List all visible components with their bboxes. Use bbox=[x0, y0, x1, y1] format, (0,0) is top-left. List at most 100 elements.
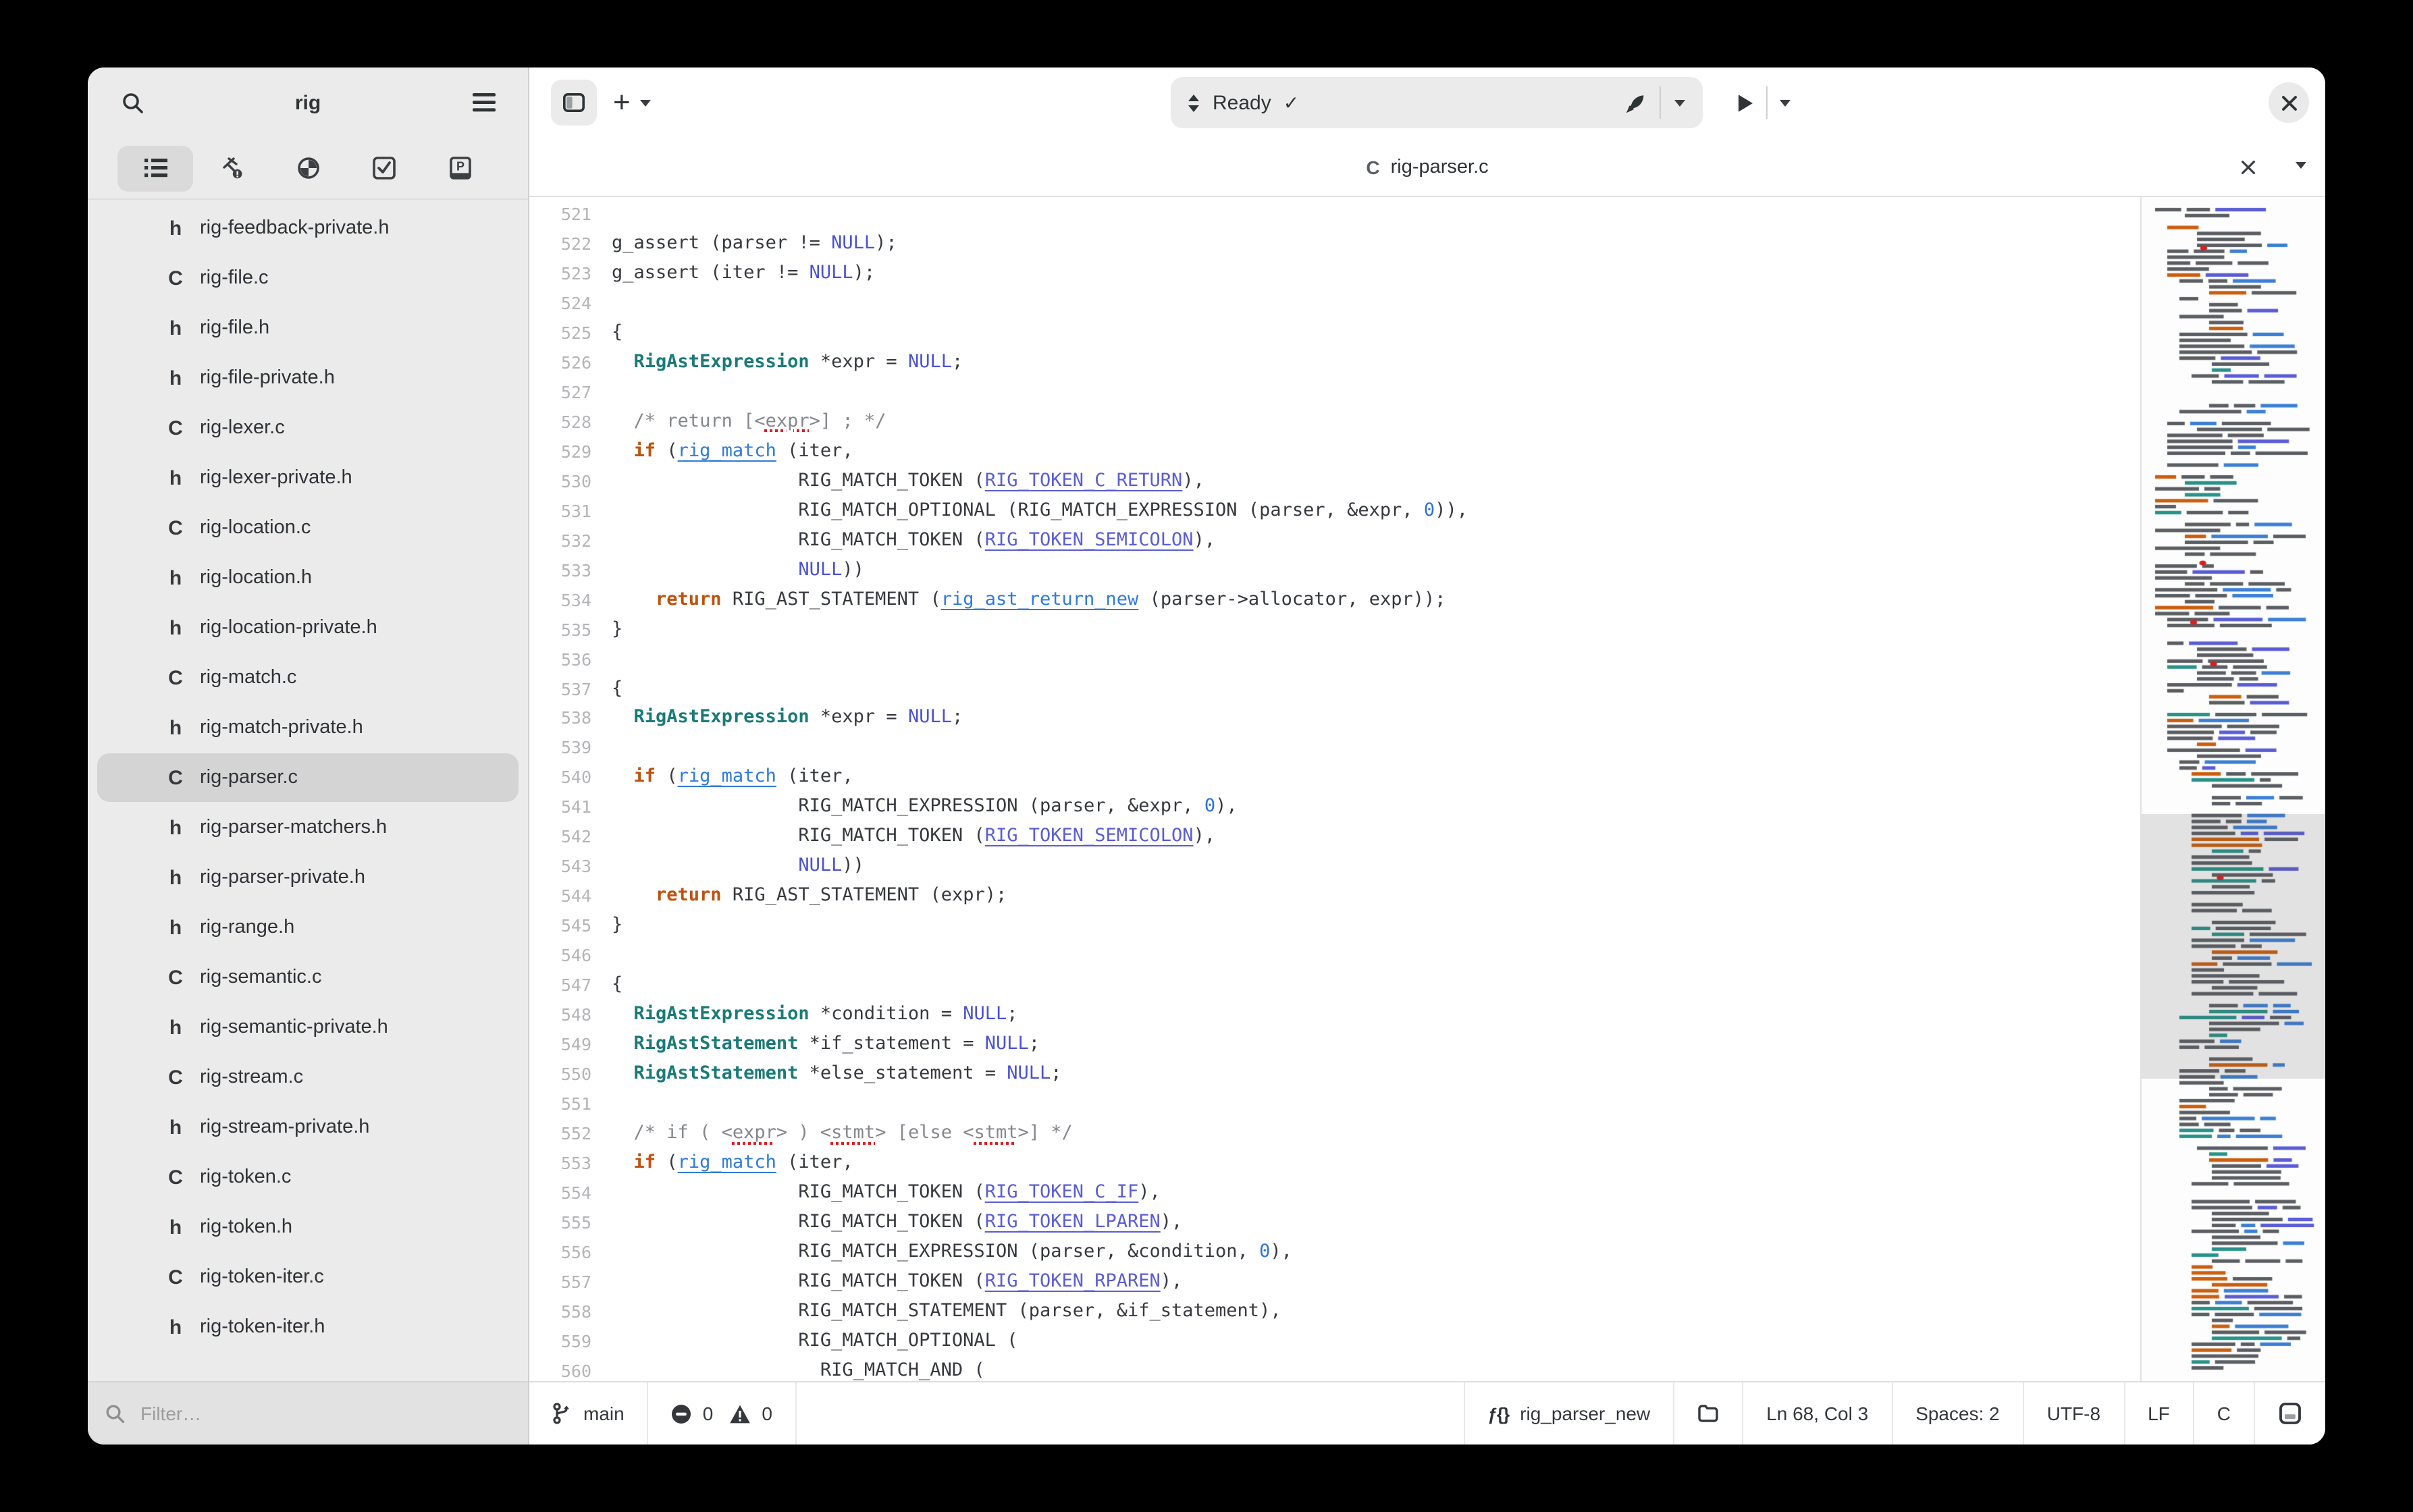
tab-list-chevron-icon[interactable] bbox=[2296, 162, 2306, 169]
play-icon[interactable] bbox=[1736, 92, 1754, 113]
file-row[interactable]: Crig-token.c bbox=[97, 1153, 519, 1202]
code-line[interactable]: 541 RIG_MATCH_EXPRESSION (parser, &expr,… bbox=[529, 793, 2140, 823]
file-row[interactable]: h rig-range.h bbox=[97, 903, 519, 952]
window-close-button[interactable] bbox=[2269, 82, 2309, 123]
encoding-indicator[interactable]: UTF-8 bbox=[2022, 1382, 2123, 1444]
code-line[interactable]: 545} bbox=[529, 912, 2140, 942]
line-ending-indicator[interactable]: LF bbox=[2123, 1382, 2193, 1444]
code-line[interactable]: 527 bbox=[529, 378, 2140, 408]
toggle-sidebar-button[interactable] bbox=[551, 80, 597, 126]
file-row[interactable]: h rig-feedback-private.h bbox=[97, 204, 519, 252]
filter-input[interactable] bbox=[138, 1401, 413, 1426]
file-row[interactable]: Crig-location.c bbox=[97, 504, 519, 552]
code-line[interactable]: 528 /* return [<expr>] ; */ bbox=[529, 408, 2140, 437]
code-line[interactable]: 552 /* if ( <expr> ) <stmt> [else <stmt>… bbox=[529, 1119, 2140, 1149]
code-line[interactable]: 539 bbox=[529, 734, 2140, 763]
current-symbol-indicator[interactable]: ƒ{} rig_parser_new bbox=[1463, 1382, 1673, 1444]
sidebar-tab-documentation[interactable]: P bbox=[423, 145, 498, 191]
file-row[interactable]: h rig-file-private.h bbox=[97, 354, 519, 402]
code-line[interactable]: 521 bbox=[529, 200, 2140, 230]
code-line[interactable]: 533 NULL)) bbox=[529, 556, 2140, 585]
file-row[interactable]: h rig-parser-matchers.h bbox=[97, 803, 519, 852]
file-row[interactable]: Crig-lexer.c bbox=[97, 404, 519, 452]
sidebar-tab-tests[interactable] bbox=[346, 145, 422, 191]
menu-button[interactable] bbox=[460, 80, 506, 126]
sidebar-tab-debug[interactable] bbox=[270, 145, 346, 191]
code-line[interactable]: 532 RIG_MATCH_TOKEN (RIG_TOKEN_SEMICOLON… bbox=[529, 526, 2140, 556]
minimap[interactable] bbox=[2140, 197, 2325, 1384]
file-row[interactable]: Crig-parser.c bbox=[97, 753, 519, 802]
diagnostics-indicator[interactable]: 0 0 bbox=[649, 1382, 797, 1444]
sidebar-tab-project-tree[interactable] bbox=[117, 145, 193, 191]
svg-text:P: P bbox=[456, 159, 465, 173]
run-options-chevron-icon[interactable] bbox=[1674, 99, 1685, 106]
code-line[interactable]: 549 RigAstStatement *if_statement = NULL… bbox=[529, 1030, 2140, 1060]
code-line[interactable]: 547 { bbox=[529, 971, 2140, 1000]
file-row[interactable]: h rig-semantic-private.h bbox=[97, 1003, 519, 1052]
code-line[interactable]: 555 RIG_MATCH_TOKEN (RIG_TOKEN_LPAREN), bbox=[529, 1208, 2140, 1238]
code-line[interactable]: 526 RigAstExpression *expr = NULL; bbox=[529, 348, 2140, 378]
code-line[interactable]: 559 RIG_MATCH_OPTIONAL ( bbox=[529, 1327, 2140, 1357]
minimap-viewport[interactable] bbox=[2142, 814, 2325, 1079]
sidebar-tab-build[interactable] bbox=[194, 145, 269, 191]
code-line[interactable]: 553 if (rig_match (iter, bbox=[529, 1149, 2140, 1179]
code-line[interactable]: 557 RIG_MATCH_TOKEN (RIG_TOKEN_RPAREN), bbox=[529, 1268, 2140, 1297]
file-row[interactable]: h rig-parser-private.h bbox=[97, 853, 519, 902]
code-line[interactable]: 534 return RIG_AST_STATEMENT (rig_ast_re… bbox=[529, 585, 2140, 615]
code-line[interactable]: 522 g_assert (parser != NULL); bbox=[529, 230, 2140, 259]
code-line[interactable]: 524 bbox=[529, 289, 2140, 319]
code-line[interactable]: 560 RIG_MATCH_AND ( bbox=[529, 1357, 2140, 1381]
code-line[interactable]: 529 if (rig_match (iter, bbox=[529, 437, 2140, 467]
code-line[interactable]: 536 bbox=[529, 645, 2140, 674]
file-row[interactable]: Crig-file.c bbox=[97, 254, 519, 302]
indentation-indicator[interactable]: Spaces: 2 bbox=[1891, 1382, 2023, 1444]
new-tab-split-button[interactable]: + bbox=[613, 80, 651, 126]
language-indicator[interactable]: C bbox=[2192, 1382, 2254, 1444]
tab-title[interactable]: rig-parser.c bbox=[1391, 156, 1489, 178]
tab-close-button[interactable] bbox=[2235, 154, 2262, 181]
code-line[interactable]: 556 RIG_MATCH_EXPRESSION (parser, &condi… bbox=[529, 1238, 2140, 1268]
line-number: 559 bbox=[560, 1330, 591, 1351]
file-row[interactable]: h rig-file.h bbox=[97, 304, 519, 352]
code-line[interactable]: 542 RIG_MATCH_TOKEN (RIG_TOKEN_SEMICOLON… bbox=[529, 823, 2140, 853]
file-row[interactable]: h rig-token.h bbox=[97, 1203, 519, 1251]
code-view[interactable]: 521 522 g_assert (parser != NULL); 523 g_ass… bbox=[529, 197, 2140, 1381]
code-line[interactable]: 530 RIG_MATCH_TOKEN (RIG_TOKEN_C_RETURN)… bbox=[529, 466, 2140, 496]
file-row[interactable]: Crig-semantic.c bbox=[97, 953, 519, 1002]
code-line[interactable]: 543 NULL)) bbox=[529, 853, 2140, 882]
cursor-position-indicator[interactable]: Ln 68, Col 3 bbox=[1742, 1382, 1891, 1444]
file-row[interactable]: h rig-stream-private.h bbox=[97, 1103, 519, 1152]
code-line[interactable]: 531 RIG_MATCH_OPTIONAL (RIG_MATCH_EXPRES… bbox=[529, 496, 2140, 526]
line-number: 527 bbox=[560, 381, 591, 402]
code-line[interactable]: 548 RigAstExpression *condition = NULL; bbox=[529, 1000, 2140, 1030]
code-line[interactable]: 537 { bbox=[529, 674, 2140, 704]
search-button[interactable] bbox=[109, 80, 155, 126]
code-line[interactable]: 540 if (rig_match (iter, bbox=[529, 763, 2140, 793]
code-line[interactable]: 546 bbox=[529, 941, 2140, 971]
code-line[interactable]: 554 RIG_MATCH_TOKEN (RIG_TOKEN_C_IF), bbox=[529, 1179, 2140, 1208]
code-line[interactable]: 551 bbox=[529, 1089, 2140, 1119]
code-line[interactable]: 523 g_assert (iter != NULL); bbox=[529, 259, 2140, 289]
file-row[interactable]: h rig-location.h bbox=[97, 554, 519, 602]
code-line[interactable]: 550 RigAstStatement *else_statement = NU… bbox=[529, 1060, 2140, 1089]
line-number: 539 bbox=[560, 737, 591, 758]
code-line[interactable]: 558 RIG_MATCH_STATEMENT (parser, &if_sta… bbox=[529, 1297, 2140, 1327]
code-line[interactable]: 544 return RIG_AST_STATEMENT (expr); bbox=[529, 882, 2140, 912]
indentation-label: Spaces: 2 bbox=[1915, 1403, 2000, 1424]
code-line[interactable]: 538 RigAstExpression *expr = NULL; bbox=[529, 704, 2140, 734]
play-options-chevron-icon[interactable] bbox=[1780, 99, 1791, 106]
file-row[interactable]: h rig-location-private.h bbox=[97, 603, 519, 652]
git-branch-indicator[interactable]: main bbox=[529, 1382, 649, 1444]
file-row[interactable]: h rig-lexer-private.h bbox=[97, 454, 519, 502]
input-mode-button[interactable] bbox=[2254, 1382, 2325, 1444]
code-line[interactable]: 535} bbox=[529, 615, 2140, 645]
file-row[interactable]: Crig-match.c bbox=[97, 653, 519, 702]
code-line[interactable]: 525 { bbox=[529, 319, 2140, 348]
file-row[interactable]: Crig-token-iter.c bbox=[97, 1253, 519, 1301]
rocket-icon[interactable] bbox=[1626, 92, 1646, 113]
project-folder-button[interactable] bbox=[1673, 1382, 1742, 1444]
file-row[interactable]: h rig-token-iter.h bbox=[97, 1303, 519, 1351]
file-row[interactable]: Crig-stream.c bbox=[97, 1053, 519, 1102]
run-status-pill[interactable]: Ready ✓ bbox=[1171, 77, 1703, 128]
file-row[interactable]: h rig-match-private.h bbox=[97, 703, 519, 752]
